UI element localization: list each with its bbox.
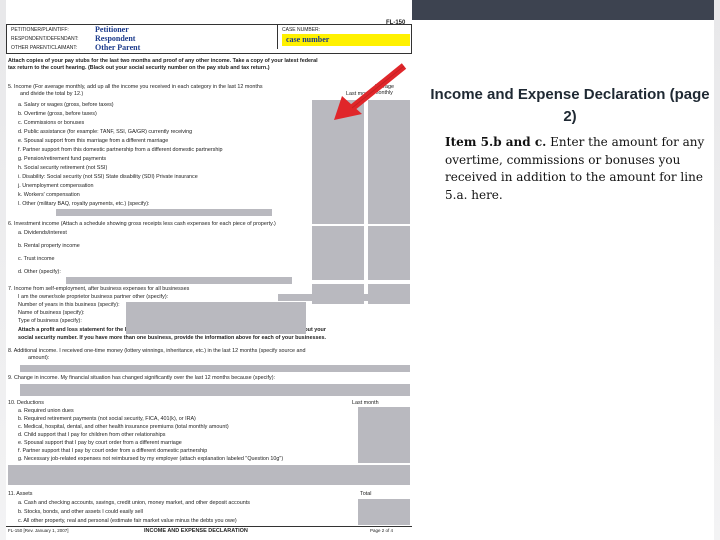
item9-text: 9. Change in income. My financial situat…	[8, 375, 275, 381]
item6-average-fields	[368, 226, 410, 280]
item6-other-specify-field	[66, 277, 292, 284]
item5-row-c: c. Commissions or bonuses	[18, 120, 85, 126]
item7-other-specify-field	[278, 294, 408, 301]
item10-row-g: g. Necessary job-related expenses not re…	[18, 456, 284, 462]
item8-field	[20, 365, 410, 372]
item11-fields	[358, 499, 410, 525]
item6-title: 6. Investment income (Attach a schedule …	[8, 221, 276, 227]
item10-fields	[358, 407, 410, 463]
item6-last-month-fields	[312, 226, 364, 280]
item7-row-owner: I am the owner/sole proprietor business …	[18, 294, 169, 300]
item5-row-b: b. Overtime (gross, before taxes)	[18, 111, 97, 117]
item5-row-g: g. Pension/retirement fund payments	[18, 156, 107, 162]
form-footer-left: FL-150 [Rev. January 1, 2007]	[8, 528, 69, 533]
item6-row-b: b. Rental property income	[18, 243, 80, 249]
form-intro-line-1: Attach copies of your pay stubs for the …	[8, 58, 318, 64]
form-footer-center: INCOME AND EXPENSE DECLARATION	[144, 528, 248, 534]
item7-row-type: Type of business (specify):	[18, 318, 82, 324]
item7-row-name: Name of business (specify):	[18, 310, 85, 316]
case-number-value: case number	[286, 35, 330, 44]
slide-top-bar	[0, 0, 720, 20]
red-arrow-icon	[334, 63, 407, 120]
item6-row-a: a. Dividends/interest	[18, 230, 67, 236]
item7-note-2: social security number. If you have more…	[18, 335, 326, 341]
item7-title: 7. Income from self-employment, after bu…	[8, 286, 190, 292]
slide-top-bar-fill	[412, 0, 720, 20]
case-number-label: CASE NUMBER:	[282, 27, 321, 33]
header-label-respondent: RESPONDENT/DEFENDANT:	[11, 36, 79, 42]
form-footer-rule	[6, 526, 412, 527]
item10-row-e: e. Spousal support that I pay by court o…	[18, 440, 182, 446]
case-number-box: CASE NUMBER: case number	[277, 25, 412, 49]
item5-subtitle: and divide the total by 12.)	[20, 91, 84, 97]
item6-row-c: c. Trust income	[18, 256, 55, 262]
item5-row-d: d. Public assistance (for example: TANF,…	[18, 129, 193, 135]
item7-row-years: Number of years in this business (specif…	[18, 302, 120, 308]
item7-details-fields	[126, 302, 306, 334]
item5-row-e: e. Spousal support from this marriage fr…	[18, 138, 169, 144]
slide-body: Item 5.b and c. Enter the amount for any…	[445, 134, 715, 204]
item6-row-d: d. Other (specify):	[18, 269, 61, 275]
header-value-petitioner: Petitioner	[95, 25, 129, 34]
form-header-box: PETITIONER/PLAINTIFF: RESPONDENT/DEFENDA…	[6, 24, 412, 54]
form-intro-line-2: tax return to the court hearing. (Black …	[8, 65, 270, 71]
item10-row-b: b. Required retirement payments (not soc…	[18, 416, 196, 422]
item5-title: 5. Income (For average monthly, add up a…	[8, 84, 263, 90]
item5-row-j: j. Unemployment compensation	[18, 183, 94, 189]
item5-row-i: i. Disability: Social security (not SSI)…	[18, 174, 198, 180]
slide-right-accent	[714, 0, 720, 540]
item11-row-b: b. Stocks, bonds, and other assets I cou…	[18, 509, 143, 515]
header-value-respondent: Respondent	[95, 34, 136, 43]
item11-row-c: c. All other property, real and personal…	[18, 518, 237, 524]
form-footer-right: Page 2 of 4	[370, 528, 394, 533]
item10-row-a: a. Required union dues	[18, 408, 74, 414]
item5-other-specify-field	[56, 209, 272, 216]
item5-row-k: k. Workers' compensation	[18, 192, 80, 198]
item-label: Item 5.b and c.	[445, 135, 547, 149]
item10-row-f: f. Partner support that I pay by court o…	[18, 448, 208, 454]
item8-text: 8. Additional income. I received one-tim…	[8, 348, 306, 354]
item5-row-f: f. Partner support from this domestic pa…	[18, 147, 223, 153]
item11-col-total: Total	[360, 491, 372, 497]
item10-other-fields	[8, 465, 410, 485]
item11-title: 11. Assets	[8, 491, 33, 497]
slide-title: Income and Expense Declaration (page 2)	[430, 86, 710, 125]
item9-field	[20, 384, 410, 396]
header-value-other-parent: Other Parent	[95, 43, 141, 52]
item8-subtext: amount):	[28, 355, 50, 361]
header-label-petitioner: PETITIONER/PLAINTIFF:	[11, 27, 69, 33]
item5-row-a: a. Salary or wages (gross, before taxes)	[18, 102, 114, 108]
header-label-other-parent: OTHER PARENT/CLAIMANT:	[11, 45, 78, 51]
item10-col-last-month: Last month	[352, 400, 379, 406]
item10-title: 10. Deductions	[8, 400, 44, 406]
item10-row-d: d. Child support that I pay for children…	[18, 432, 166, 438]
item5-row-h: h. Social security retirement (not SSI)	[18, 165, 108, 171]
item10-row-c: c. Medical, hospital, dental, and other …	[18, 424, 229, 430]
item5-row-l: l. Other (military BAQ, royalty payments…	[18, 201, 150, 207]
item11-row-a: a. Cash and checking accounts, savings, …	[18, 500, 250, 506]
